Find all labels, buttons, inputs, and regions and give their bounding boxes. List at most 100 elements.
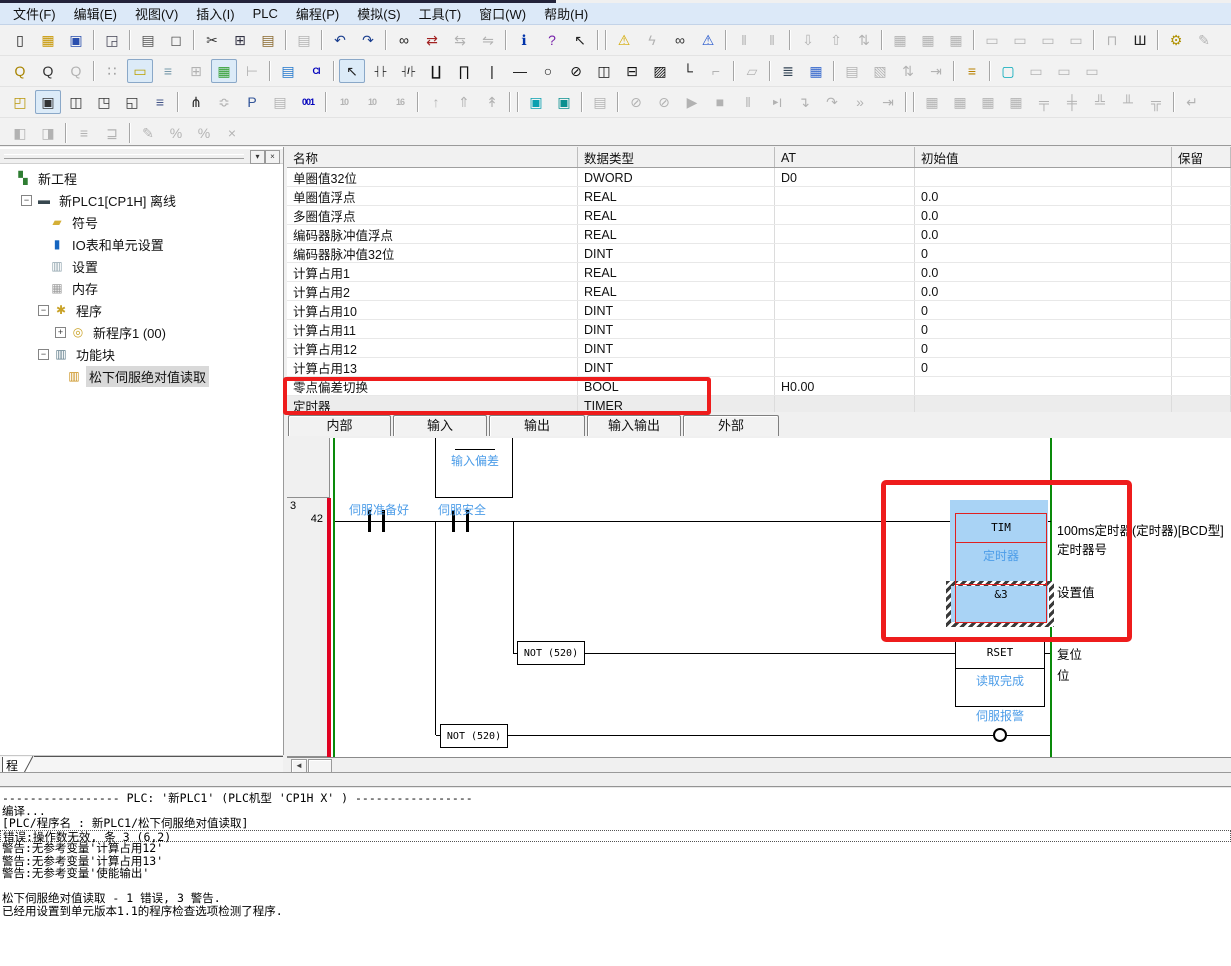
coil-nc-tool-button[interactable]: ⊘ bbox=[563, 59, 589, 83]
cut-button[interactable]: ✂ bbox=[199, 28, 225, 52]
paste-button[interactable]: ▤ bbox=[255, 28, 281, 52]
address-increment-button[interactable]: ▦ bbox=[803, 59, 829, 83]
coil-servo-alarm-label[interactable]: 伺服报警 bbox=[960, 707, 1040, 724]
new-file-button[interactable]: ▯ bbox=[7, 28, 33, 52]
output-line-4[interactable]: 错误:操作数无效, 条 3 (6,2) bbox=[0, 830, 1231, 843]
pane-splitter[interactable] bbox=[0, 772, 1231, 788]
tab-输出[interactable]: 输出 bbox=[489, 415, 585, 436]
table-row[interactable]: 计算占用1REAL0.0 bbox=[287, 263, 1231, 282]
table-row[interactable]: 定时器TIMER bbox=[287, 396, 1231, 412]
menu-item-2[interactable]: 编辑(E) bbox=[65, 2, 126, 25]
output-line-5[interactable]: 警告:无参考变量'计算占用12' bbox=[0, 842, 1231, 855]
binary-monitor-button[interactable]: 001 bbox=[295, 90, 321, 114]
help-button[interactable]: ? bbox=[539, 28, 565, 52]
collapse-icon[interactable]: − bbox=[21, 195, 32, 206]
output-line-7[interactable]: 警告:无参考变量'使能输出' bbox=[0, 867, 1231, 880]
output-line-6[interactable]: 警告:无参考变量'计算占用13' bbox=[0, 855, 1231, 868]
pane-close-button[interactable]: × bbox=[265, 150, 280, 164]
zoom-fit-button[interactable]: Q bbox=[7, 59, 33, 83]
tab-输入输出[interactable]: 输入输出 bbox=[587, 415, 681, 436]
table-row[interactable]: 单圈值32位DWORDD0 bbox=[287, 168, 1231, 187]
horizontal-line-tool-button[interactable]: — bbox=[507, 59, 533, 83]
ci-view-button[interactable]: CI bbox=[303, 59, 329, 83]
coil-tool-button[interactable]: ○ bbox=[535, 59, 561, 83]
cross-ref-window-button[interactable]: ◫ bbox=[63, 90, 89, 114]
watch-window-button[interactable]: ▢ bbox=[995, 59, 1021, 83]
copy-button[interactable]: ⊞ bbox=[227, 28, 253, 52]
menu-item-8[interactable]: 工具(T) bbox=[410, 2, 471, 25]
table-row[interactable]: 计算占用13DINT0 bbox=[287, 358, 1231, 377]
fb-library-button[interactable]: ◰ bbox=[7, 90, 33, 114]
browse-tree-button[interactable]: ≡ bbox=[959, 59, 985, 83]
filter-warning-button[interactable]: ⚠ bbox=[695, 28, 721, 52]
print-button[interactable]: ▤ bbox=[135, 28, 161, 52]
contact-nc-tool-button[interactable]: ┤/├ bbox=[395, 59, 421, 83]
replace-button[interactable]: ⇄ bbox=[419, 28, 445, 52]
column-header[interactable]: 初始值 bbox=[915, 147, 1172, 167]
select-tool-button[interactable]: ↖ bbox=[339, 59, 365, 83]
expand-icon[interactable]: + bbox=[55, 327, 66, 338]
table-row[interactable]: 编码器脉冲值32位DINT0 bbox=[287, 244, 1231, 263]
grid-toggle-button[interactable]: ∷ bbox=[99, 59, 125, 83]
tab-外部[interactable]: 外部 bbox=[683, 415, 779, 436]
menu-item-5[interactable]: PLC bbox=[244, 4, 287, 23]
menu-item-4[interactable]: 插入(I) bbox=[187, 2, 243, 25]
open-file-button[interactable]: ▦ bbox=[35, 28, 61, 52]
menu-item-6[interactable]: 编程(P) bbox=[287, 2, 348, 25]
table-row[interactable]: 计算占用10DINT0 bbox=[287, 301, 1231, 320]
contact-servo-ready-label[interactable]: 伺服准备好 bbox=[336, 501, 422, 518]
save-file-button[interactable]: ▣ bbox=[63, 28, 89, 52]
menu-item-9[interactable]: 窗口(W) bbox=[470, 2, 535, 25]
instruction-not-tool-button[interactable]: ▨ bbox=[647, 59, 673, 83]
auto-online-button[interactable]: ▣ bbox=[551, 90, 577, 114]
tree-item-9[interactable]: −▥功能块 bbox=[0, 343, 283, 365]
cross-reference-button[interactable]: ⋔ bbox=[183, 90, 209, 114]
tim-instruction-box[interactable]: TIM 定时器 &3 bbox=[955, 513, 1047, 623]
ladder-editor[interactable]: 3 42 输入偏差 伺服准备好 伺服安全 NOT (520) RSET 读取完成 bbox=[287, 438, 1231, 757]
find-report-button[interactable]: ◲ bbox=[99, 28, 125, 52]
output-line-10[interactable]: 已经用设置到单元版本1.1的程序检查选项检测了程序. bbox=[0, 905, 1231, 918]
output-line-3[interactable]: [PLC/程序名 : 新PLC1/松下伺服绝对值读取] bbox=[0, 817, 1231, 830]
work-online-button[interactable]: ▣ bbox=[523, 90, 549, 114]
menu-item-1[interactable]: 文件(F) bbox=[4, 2, 65, 25]
column-header[interactable]: 数据类型 bbox=[578, 147, 775, 167]
find-button[interactable]: ∞ bbox=[391, 28, 417, 52]
collapse-icon[interactable]: − bbox=[38, 349, 49, 360]
vertical-line-tool-button[interactable]: | bbox=[479, 59, 505, 83]
pane-dropdown-button[interactable]: ▾ bbox=[250, 150, 265, 164]
program-list-button[interactable]: ≣ bbox=[775, 59, 801, 83]
compile-output-pane[interactable]: ----------------- PLC: '新PLC1' (PLC机型 'C… bbox=[0, 788, 1231, 966]
print-preview-button[interactable]: ◻ bbox=[163, 28, 189, 52]
redo-button[interactable]: ↷ bbox=[355, 28, 381, 52]
not-instruction-box[interactable]: NOT (520) bbox=[440, 724, 508, 748]
io-multi-window-button[interactable]: ◱ bbox=[119, 90, 145, 114]
table-row[interactable]: 零点偏差切换BOOLH0.00 bbox=[287, 377, 1231, 396]
tree-item-10[interactable]: ▥松下伺服绝对值读取 bbox=[0, 365, 283, 387]
pane-grip[interactable] bbox=[4, 154, 244, 159]
previous-rung-instruction-box[interactable]: 输入偏差 bbox=[435, 438, 513, 498]
table-row[interactable]: 计算占用12DINT0 bbox=[287, 339, 1231, 358]
undo-button[interactable]: ↶ bbox=[327, 28, 353, 52]
instruction-set-tool-button[interactable]: ⊟ bbox=[619, 59, 645, 83]
output-line-9[interactable]: 松下伺服绝对值读取 - 1 错误, 3 警告. bbox=[0, 892, 1231, 905]
address-ref-window-button[interactable]: ◳ bbox=[91, 90, 117, 114]
zoom-in-button[interactable]: Q bbox=[35, 59, 61, 83]
column-header[interactable]: 名称 bbox=[287, 147, 578, 167]
contact-no-tool-button[interactable]: ┤├ bbox=[367, 59, 393, 83]
find-warning-button[interactable]: ∞ bbox=[667, 28, 693, 52]
tab-输入[interactable]: 输入 bbox=[393, 415, 487, 436]
table-row[interactable]: 编码器脉冲值浮点REAL0.0 bbox=[287, 225, 1231, 244]
mnemonic-view-button[interactable]: ▤ bbox=[275, 59, 301, 83]
tree-item-3[interactable]: ▰符号 bbox=[0, 211, 283, 233]
context-help-button[interactable]: ↖ bbox=[567, 28, 593, 52]
program-check-button[interactable]: P bbox=[239, 90, 265, 114]
table-row[interactable]: 计算占用11DINT0 bbox=[287, 320, 1231, 339]
contact-or-no-tool-button[interactable]: ∐ bbox=[423, 59, 449, 83]
time-chart-button[interactable]: Ш bbox=[1127, 28, 1153, 52]
contact-servo-safe-label[interactable]: 伺服安全 bbox=[419, 501, 505, 518]
instruction-tool-button[interactable]: ◫ bbox=[591, 59, 617, 83]
tab-内部[interactable]: 内部 bbox=[288, 415, 391, 436]
menu-item-10[interactable]: 帮助(H) bbox=[535, 2, 597, 25]
collapse-icon[interactable]: − bbox=[38, 305, 49, 316]
output-line-1[interactable]: ----------------- PLC: '新PLC1' (PLC机型 'C… bbox=[0, 792, 1231, 805]
